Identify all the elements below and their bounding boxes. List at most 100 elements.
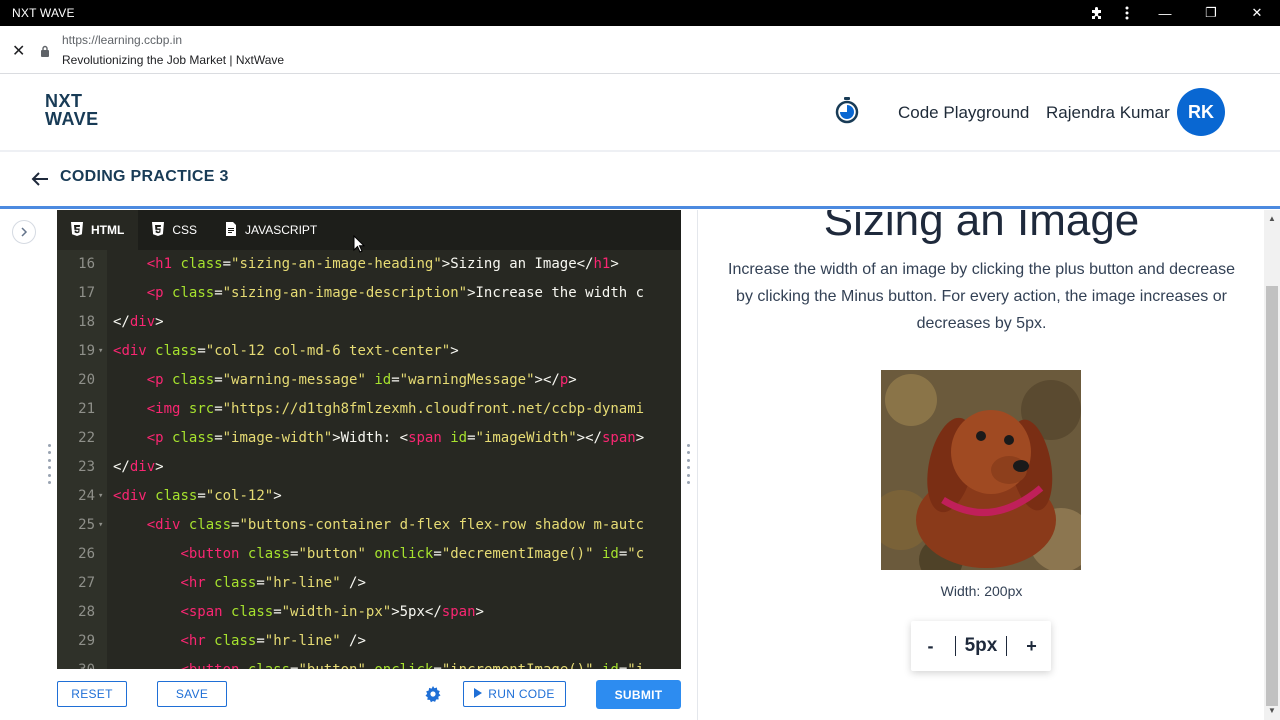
- line-number: 16: [78, 256, 95, 272]
- code-text: <hr class="hr-line" />: [180, 575, 366, 591]
- code-text: </div>: [113, 459, 164, 475]
- restore-button[interactable]: ❐: [1188, 0, 1234, 26]
- code-text: <div class="buttons-container d-flex fle…: [146, 517, 645, 533]
- step-value: 5px: [964, 635, 998, 656]
- pane-resize-handle[interactable]: [686, 444, 690, 484]
- code-text: <button class="button" onclick="decremen…: [180, 546, 645, 562]
- code-text: <p class="sizing-an-image-description">I…: [146, 285, 645, 301]
- line-number: 22: [78, 430, 95, 446]
- code-text: <div class="col-12">: [113, 488, 282, 504]
- submit-button[interactable]: SUBMIT: [596, 680, 681, 709]
- tab-javascript[interactable]: JAVASCRIPT: [211, 210, 331, 250]
- scroll-up-icon[interactable]: ▲: [1264, 214, 1280, 228]
- increment-button[interactable]: +: [1016, 636, 1046, 657]
- dog-image: [881, 370, 1081, 570]
- line-number: 24: [78, 488, 95, 504]
- line-number: 30: [57, 656, 95, 669]
- code-line[interactable]: 24 ▾ <div class="col-12">: [57, 482, 681, 511]
- gear-icon[interactable]: [424, 685, 442, 708]
- back-arrow-icon[interactable]: [30, 168, 50, 194]
- line-number: 26: [78, 546, 95, 562]
- line-number: 29: [78, 633, 95, 649]
- avatar[interactable]: RK: [1177, 88, 1225, 136]
- practice-title: CODING PRACTICE 3: [60, 168, 229, 185]
- play-icon: [474, 687, 483, 701]
- mouse-cursor-icon: [353, 234, 366, 258]
- run-code-label: RUN CODE: [488, 687, 555, 701]
- fold-toggle-icon[interactable]: ▾: [98, 482, 103, 511]
- code-line[interactable]: 25 ▾ <div class="buttons-container d-flex…: [57, 511, 681, 540]
- nxtwave-logo[interactable]: NXT WAVE: [45, 92, 99, 128]
- expand-sidebar-button[interactable]: [12, 220, 36, 244]
- line-number: 18: [78, 314, 95, 330]
- code-line[interactable]: 21 <img src="https://d1tgh8fmlzexmh.clou…: [57, 395, 681, 424]
- code-line[interactable]: 16 <h1 class="sizing-an-image-heading">S…: [57, 250, 681, 279]
- code-line[interactable]: 22 <p class="image-width">Width: <span i…: [57, 424, 681, 453]
- line-number: 27: [78, 575, 95, 591]
- close-icon[interactable]: ✕: [12, 41, 25, 61]
- code-text: <p class="warning-message" id="warningMe…: [146, 372, 577, 388]
- tab-html[interactable]: HTML: [57, 210, 139, 250]
- scroll-down-icon[interactable]: ▼: [1264, 706, 1280, 720]
- line-number: 25: [78, 517, 95, 533]
- code-text: <div class="col-12 col-md-6 text-center"…: [113, 343, 459, 359]
- line-number: 17: [78, 285, 95, 301]
- line-number: 21: [78, 401, 95, 417]
- url-text[interactable]: https://learning.ccbp.in: [62, 33, 182, 47]
- code-text: <hr class="hr-line" />: [180, 633, 366, 649]
- code-text: <p class="image-width">Width: <span id="…: [146, 430, 645, 446]
- lock-icon: [40, 44, 50, 62]
- code-text: <span class="width-in-px">5px</span>: [180, 604, 484, 620]
- header-divider: [0, 206, 1280, 209]
- run-code-button[interactable]: RUN CODE: [463, 681, 566, 707]
- tab-javascript-label: JAVASCRIPT: [245, 223, 318, 237]
- preview-pane: Sizing an Image Increase the width of an…: [697, 210, 1264, 720]
- code-text: <img src="https://d1tgh8fmlzexmh.cloudfr…: [146, 401, 645, 417]
- code-line[interactable]: 17 <p class="sizing-an-image-description…: [57, 279, 681, 308]
- code-line[interactable]: 29 <hr class="hr-line" />: [57, 627, 681, 656]
- code-line[interactable]: 27 <hr class="hr-line" />: [57, 569, 681, 598]
- user-name[interactable]: Rajendra Kumar: [1046, 103, 1170, 123]
- fold-toggle-icon[interactable]: ▾: [98, 337, 103, 366]
- window-close-button[interactable]: ✕: [1234, 0, 1280, 26]
- tab-css-label: CSS: [172, 223, 198, 237]
- code-text: </div>: [113, 314, 164, 330]
- line-number: 19: [78, 343, 95, 359]
- logo-line-1: NXT: [45, 91, 83, 111]
- window-titlebar: NXT WAVE — ❐ ✕: [0, 0, 1280, 26]
- code-line[interactable]: 30 <button class="button" onclick="incre…: [57, 656, 681, 669]
- css3-icon: [152, 221, 165, 239]
- code-line[interactable]: 18 </div>: [57, 308, 681, 337]
- code-line[interactable]: 20 <p class="warning-message" id="warnin…: [57, 366, 681, 395]
- code-editor[interactable]: HTML CSS JAVASCRIPT 16 <h1 class="sizing…: [57, 210, 681, 669]
- tab-css[interactable]: CSS: [138, 210, 211, 250]
- fold-toggle-icon[interactable]: ▾: [98, 511, 103, 540]
- scrollbar-thumb[interactable]: [1266, 286, 1278, 706]
- code-line[interactable]: 19 ▾ <div class="col-12 col-md-6 text-cent…: [57, 337, 681, 366]
- left-resize-handle[interactable]: [47, 444, 51, 484]
- code-playground-link[interactable]: Code Playground: [898, 103, 1029, 123]
- decrement-button[interactable]: -: [916, 636, 946, 657]
- tab-html-label: HTML: [91, 223, 125, 237]
- editor-tabs: HTML CSS JAVASCRIPT: [57, 210, 681, 250]
- preview-heading: Sizing an Image: [823, 210, 1140, 245]
- preview-description: Increase the width of an image by clicki…: [728, 261, 1235, 332]
- extensions-icon[interactable]: [1082, 0, 1112, 26]
- stopwatch-icon[interactable]: [834, 96, 860, 129]
- page-title-text: Revolutionizing the Job Market | NxtWave: [62, 53, 285, 67]
- code-line[interactable]: 26 <button class="button" onclick="decre…: [57, 540, 681, 569]
- logo-line-2: WAVE: [45, 109, 99, 129]
- divider: [1006, 636, 1008, 656]
- more-menu-icon[interactable]: [1112, 0, 1142, 26]
- code-line[interactable]: 23 </div>: [57, 453, 681, 482]
- code-text: <h1 class="sizing-an-image-heading">Sizi…: [146, 256, 619, 272]
- buttons-container: - 5px +: [911, 621, 1051, 671]
- minimize-button[interactable]: —: [1142, 0, 1188, 26]
- code-text: <button class="button" onclick="incremen…: [113, 656, 644, 669]
- reset-button[interactable]: RESET: [57, 681, 127, 707]
- window-title: NXT WAVE: [12, 6, 75, 20]
- save-button[interactable]: SAVE: [157, 681, 227, 707]
- code-line[interactable]: 28 <span class="width-in-px">5px</span>: [57, 598, 681, 627]
- app-header: NXT WAVE Code Playground Rajendra Kumar …: [0, 74, 1280, 152]
- image-width-text: Width: 200px: [940, 583, 1023, 599]
